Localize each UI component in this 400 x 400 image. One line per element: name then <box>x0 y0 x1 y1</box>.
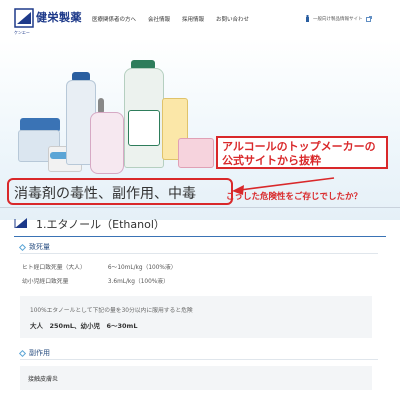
danger-note-amounts: 大人 250mL、幼小児 6～30mL <box>30 322 138 330</box>
page-title-box: 消毒剤の毒性、副作用、中毒 <box>7 178 233 205</box>
product-label <box>128 110 160 146</box>
nav-item-recruit[interactable]: 採用情報 <box>182 15 204 23</box>
subheading-side-effects-label: 副作用 <box>29 349 50 357</box>
side-effect-item: 接触皮膚炎 <box>28 376 59 383</box>
section-title: 1.エタノール（Ethanol） <box>36 218 165 231</box>
table-row: ヒト経口致死量（大人） 6～10mL/kg（100%液） <box>22 262 177 271</box>
row-label: ヒト経口致死量（大人） <box>22 265 86 271</box>
page-title: 消毒剤の毒性、副作用、中毒 <box>14 186 196 202</box>
row-label: 幼小児経口致死量 <box>22 279 69 285</box>
consumer-site-label: 一般向け製品情報サイト <box>313 16 363 22</box>
nav-item-contact[interactable]: お問い合わせ <box>216 15 249 23</box>
side-effect-box: 接触皮膚炎 <box>20 366 372 390</box>
table-row: 幼小児経口致死量 3.6mL/kg（100%液） <box>22 276 169 285</box>
section-divider <box>14 236 386 237</box>
product-pump-bottle <box>90 112 124 174</box>
row-value: 6～10mL/kg（100%液） <box>107 265 177 271</box>
consumer-site-link[interactable]: 一般向け製品情報サイト <box>305 15 372 22</box>
product-box-pink <box>178 138 214 168</box>
company-logo[interactable]: 健栄製薬 ケンエー <box>14 8 82 35</box>
row-value: 3.6mL/kg（100%液） <box>107 279 169 285</box>
main-nav: 医療関係者の方へ 会社情報 採用情報 お問い合わせ <box>92 15 249 23</box>
logo-mark-icon <box>14 8 34 28</box>
diamond-icon <box>18 243 27 251</box>
warning-question: こうした危険性をご存じでしたか？ <box>226 192 363 202</box>
logo-text: 健栄製薬 <box>36 11 82 24</box>
title-divider <box>0 207 400 208</box>
section-logo-icon <box>14 218 27 228</box>
subheading-side-effects: 副作用 <box>18 348 50 358</box>
external-link-icon <box>365 15 372 22</box>
subheading-divider <box>20 359 378 360</box>
callout-box: アルコールのトップメーカーの公式サイトから抜粋 <box>216 136 388 169</box>
section-heading: 1.エタノール（Ethanol） <box>14 214 386 234</box>
site-header: 健栄製薬 ケンエー 医療関係者の方へ 会社情報 採用情報 お問い合わせ 一般向け… <box>0 0 400 40</box>
nav-item-company[interactable]: 会社情報 <box>148 15 170 23</box>
danger-note: 100%エタノールとして下記の量を30分以内に服用すると危険 大人 250mL、… <box>20 296 372 338</box>
callout-text: アルコールのトップメーカーの公式サイトから抜粋 <box>222 140 376 167</box>
nav-item-medical[interactable]: 医療関係者の方へ <box>92 15 136 23</box>
logo-subtext: ケンエー <box>14 30 30 35</box>
danger-note-text: 100%エタノールとして下記の量を30分以内に服用すると危険 <box>30 308 193 314</box>
subheading-lethal-dose-label: 致死量 <box>29 243 50 251</box>
diamond-icon <box>18 349 27 357</box>
subheading-divider <box>20 253 378 254</box>
subheading-lethal-dose: 致死量 <box>18 242 50 252</box>
bottle-icon <box>306 15 309 22</box>
